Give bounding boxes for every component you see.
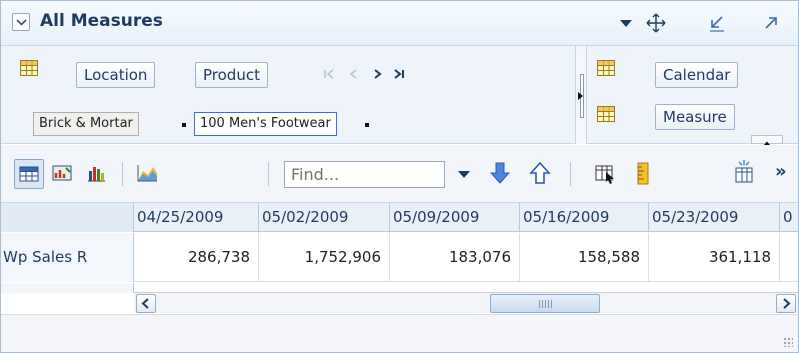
column-select-icon[interactable]	[591, 159, 621, 189]
table-cell[interactable]: 158,588	[521, 233, 649, 282]
scroll-thumb[interactable]	[490, 294, 600, 313]
ruler-icon[interactable]	[629, 159, 659, 189]
row-pivot-area: Location Product Brick & Mortar 100 Men'…	[0, 46, 575, 144]
member-separator	[365, 123, 369, 127]
header-corner	[0, 203, 134, 232]
member-brick-mortar[interactable]: Brick & Mortar	[33, 112, 139, 136]
toolbar-separator	[570, 162, 571, 186]
table-view-icon[interactable]	[14, 159, 44, 189]
location-dimension-button[interactable]: Location	[76, 62, 156, 88]
horizontal-scrollbar[interactable]	[134, 292, 799, 313]
scroll-left-button[interactable]	[136, 294, 156, 313]
next-page-icon[interactable]	[370, 66, 384, 85]
column-grid-icon	[597, 60, 615, 76]
row-header-filler	[0, 283, 134, 293]
measure-grid-icon	[597, 106, 615, 122]
resize-grip-icon[interactable]	[783, 337, 793, 347]
find-input[interactable]	[284, 161, 445, 188]
scroll-right-button[interactable]	[776, 294, 796, 313]
bar-chart-icon[interactable]	[82, 159, 112, 189]
toolbar-separator	[122, 162, 123, 186]
collapse-chevron-icon[interactable]	[12, 13, 30, 31]
column-header[interactable]: 05/16/2009	[521, 203, 649, 232]
restore-icon[interactable]	[706, 12, 728, 34]
view-toolbar: »	[0, 145, 799, 203]
column-pivot-area: Calendar Measure	[586, 46, 799, 144]
title-bar: All Measures	[0, 0, 799, 46]
row-grid-icon	[20, 60, 38, 76]
split-view-icon[interactable]	[730, 159, 760, 189]
member-mens-footwear[interactable]: 100 Men's Footwear	[194, 112, 337, 136]
area-chart-icon[interactable]	[133, 159, 163, 189]
panel-title: All Measures	[40, 11, 163, 31]
column-header[interactable]: 05/23/2009	[650, 203, 780, 232]
column-header[interactable]: 04/25/2009	[135, 203, 259, 232]
column-header[interactable]: 05/09/2009	[391, 203, 520, 232]
table-cell[interactable]: 286,738	[135, 233, 259, 282]
column-header-row: 04/25/2009 05/02/2009 05/09/2009 05/16/2…	[0, 203, 799, 232]
move-icon[interactable]	[645, 12, 667, 34]
row-header[interactable]: Wp Sales R	[0, 233, 134, 282]
previous-page-icon[interactable]	[347, 66, 361, 85]
pivot-splitter[interactable]	[575, 46, 586, 144]
toolbar-separator	[268, 162, 269, 186]
dropdown-arrow-icon[interactable]	[615, 12, 637, 34]
table-cell[interactable]: 183,076	[391, 233, 520, 282]
status-bar	[0, 314, 799, 353]
chart-table-view-icon[interactable]	[48, 159, 78, 189]
column-header[interactable]: 05/02/2009	[260, 203, 390, 232]
calendar-dimension-button[interactable]: Calendar	[655, 62, 739, 88]
find-options-dropdown-icon[interactable]	[450, 159, 480, 189]
column-header[interactable]: 0	[781, 203, 799, 232]
pivot-scroll-up-icon[interactable]	[751, 135, 783, 146]
find-next-icon[interactable]	[486, 159, 516, 189]
member-separator	[182, 123, 186, 127]
measure-dimension-button[interactable]: Measure	[655, 104, 735, 130]
find-previous-icon[interactable]	[526, 159, 556, 189]
more-tools-icon[interactable]: »	[775, 161, 787, 182]
table-cell[interactable]: 361,118	[650, 233, 780, 282]
last-page-icon[interactable]	[392, 66, 406, 85]
first-page-icon[interactable]	[322, 66, 336, 85]
table-row: Wp Sales R 286,738 1,752,906 183,076 158…	[0, 233, 799, 282]
table-cell[interactable]: 1,752,906	[260, 233, 390, 282]
scroll-grip-icon	[539, 300, 553, 308]
product-dimension-button[interactable]: Product	[195, 62, 268, 88]
maximize-icon[interactable]	[760, 12, 782, 34]
expand-arrow-icon[interactable]	[577, 90, 585, 105]
table-cell[interactable]	[781, 233, 799, 282]
